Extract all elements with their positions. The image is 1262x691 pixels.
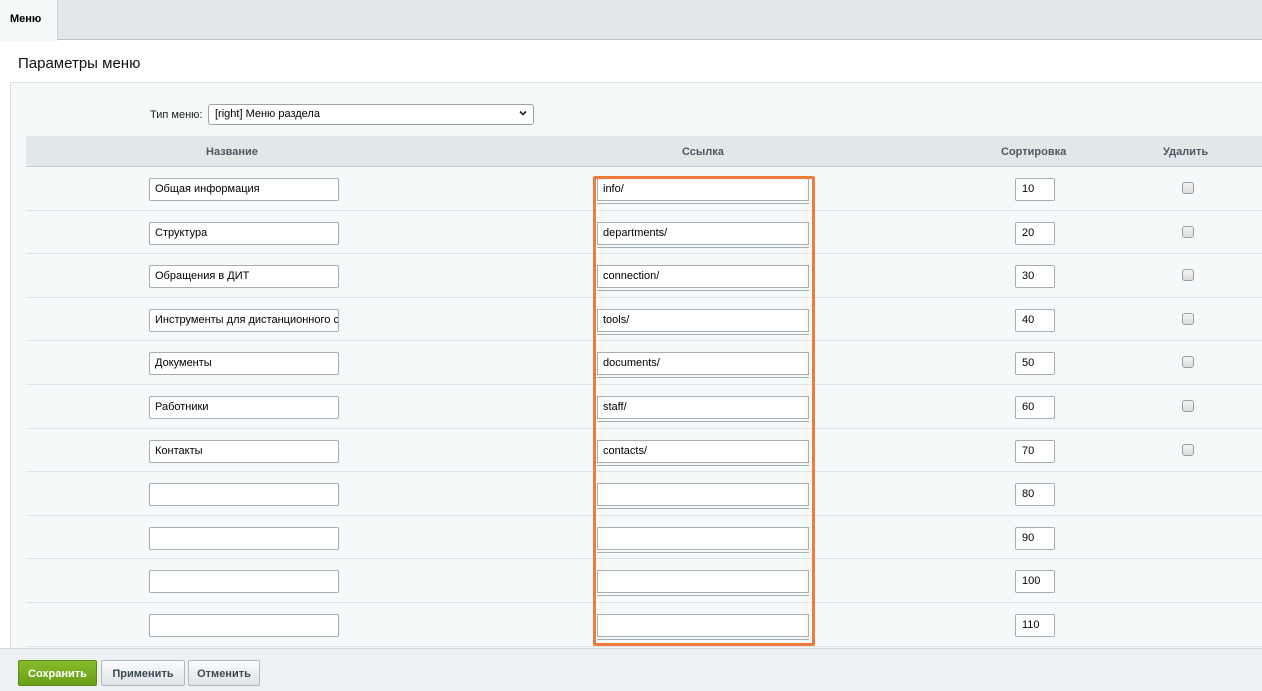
delete-checkbox[interactable] (1182, 312, 1194, 325)
tab-bar: Меню (0, 0, 1262, 41)
menu-type-value: [right] Меню раздела (215, 108, 320, 120)
apply-button[interactable]: Применить (101, 660, 185, 686)
item-sort-input[interactable]: 30 (1015, 265, 1055, 289)
item-sort-input[interactable]: 50 (1015, 352, 1055, 376)
item-name-input[interactable]: Контакты (149, 439, 339, 463)
item-sort-input[interactable]: 40 (1015, 308, 1055, 332)
item-name-input[interactable] (149, 570, 339, 594)
link-input-underline (597, 464, 809, 466)
delete-checkbox[interactable] (1182, 400, 1194, 412)
item-name-input[interactable]: Работники (149, 396, 339, 419)
link-input-underline (597, 508, 809, 510)
item-link-input[interactable]: staff/ (597, 396, 809, 419)
link-input-underline (597, 246, 809, 248)
table-row: Общая информация info/10 (26, 167, 1262, 211)
delete-checkbox[interactable] (1182, 269, 1194, 282)
link-input-underline (597, 639, 809, 640)
link-input-underline (597, 203, 809, 204)
item-link-input[interactable]: contacts/ (597, 439, 809, 463)
save-button[interactable]: Сохранить (18, 660, 97, 686)
table-row: Контакты contacts/70 (26, 429, 1262, 473)
item-sort-input[interactable]: 70 (1015, 439, 1055, 463)
table-row: Документы documents/50 (26, 341, 1262, 385)
tab-menu[interactable]: Меню (0, 0, 58, 41)
item-link-input[interactable]: info/ (597, 178, 809, 201)
table-row: 90 (26, 516, 1262, 560)
delete-checkbox[interactable] (1182, 225, 1194, 238)
item-name-input[interactable] (149, 483, 339, 507)
menu-type-select[interactable]: [right] Меню раздела (208, 104, 534, 125)
item-name-input[interactable]: Обращения в ДИТ (149, 265, 339, 289)
item-sort-input[interactable]: 10 (1015, 178, 1055, 201)
table-row: 100 (26, 559, 1262, 603)
item-sort-input[interactable]: 100 (1015, 570, 1055, 594)
link-input-underline (597, 551, 809, 553)
item-name-input[interactable]: Структура (149, 221, 339, 245)
column-header-delete: Удалить (1163, 146, 1209, 158)
page-title: Параметры меню (18, 55, 141, 72)
table-row: Обращения в ДИТ connection/30 (26, 254, 1262, 298)
link-input-underline (597, 290, 809, 292)
item-link-input[interactable]: connection/ (597, 265, 809, 289)
delete-checkbox[interactable] (1182, 356, 1194, 369)
table-row: Инструменты для дистанционного с tools/40 (26, 298, 1262, 342)
table-row: Структура departments/20 (26, 211, 1262, 255)
link-input-underline (597, 421, 809, 422)
item-name-input[interactable]: Инструменты для дистанционного с (149, 308, 339, 332)
item-name-input[interactable] (149, 526, 339, 550)
table-header: Название Ссылка Сортировка Удалить (26, 136, 1262, 167)
delete-checkbox[interactable] (1182, 182, 1194, 194)
link-input-underline (597, 595, 809, 597)
link-input-underline (597, 377, 809, 379)
item-link-input[interactable] (597, 526, 809, 550)
table-row: 110 (26, 603, 1262, 647)
item-sort-input[interactable]: 80 (1015, 483, 1055, 507)
cancel-button[interactable]: Отменить (188, 660, 260, 686)
item-link-input[interactable]: tools/ (597, 308, 809, 332)
column-header-name: Название (206, 146, 258, 158)
item-sort-input[interactable]: 20 (1015, 221, 1055, 245)
chevron-down-icon (519, 110, 527, 116)
item-link-input[interactable] (597, 483, 809, 507)
column-header-sort: Сортировка (1001, 146, 1067, 158)
item-link-input[interactable]: departments/ (597, 221, 809, 245)
item-link-input[interactable]: documents/ (597, 352, 809, 376)
table-row: Работники staff/60 (26, 385, 1262, 429)
item-link-input[interactable] (597, 570, 809, 594)
link-input-underline (597, 333, 809, 335)
item-sort-input[interactable]: 60 (1015, 396, 1055, 419)
item-link-input[interactable] (597, 614, 809, 637)
item-name-input[interactable] (149, 614, 339, 637)
item-sort-input[interactable]: 90 (1015, 526, 1055, 550)
delete-checkbox[interactable] (1182, 443, 1194, 456)
item-name-input[interactable]: Документы (149, 352, 339, 376)
item-name-input[interactable]: Общая информация (149, 178, 339, 201)
column-header-link: Ссылка (682, 146, 724, 158)
table-row: 80 (26, 472, 1262, 516)
item-sort-input[interactable]: 110 (1015, 614, 1055, 637)
menu-type-label: Тип меню: (150, 109, 203, 121)
